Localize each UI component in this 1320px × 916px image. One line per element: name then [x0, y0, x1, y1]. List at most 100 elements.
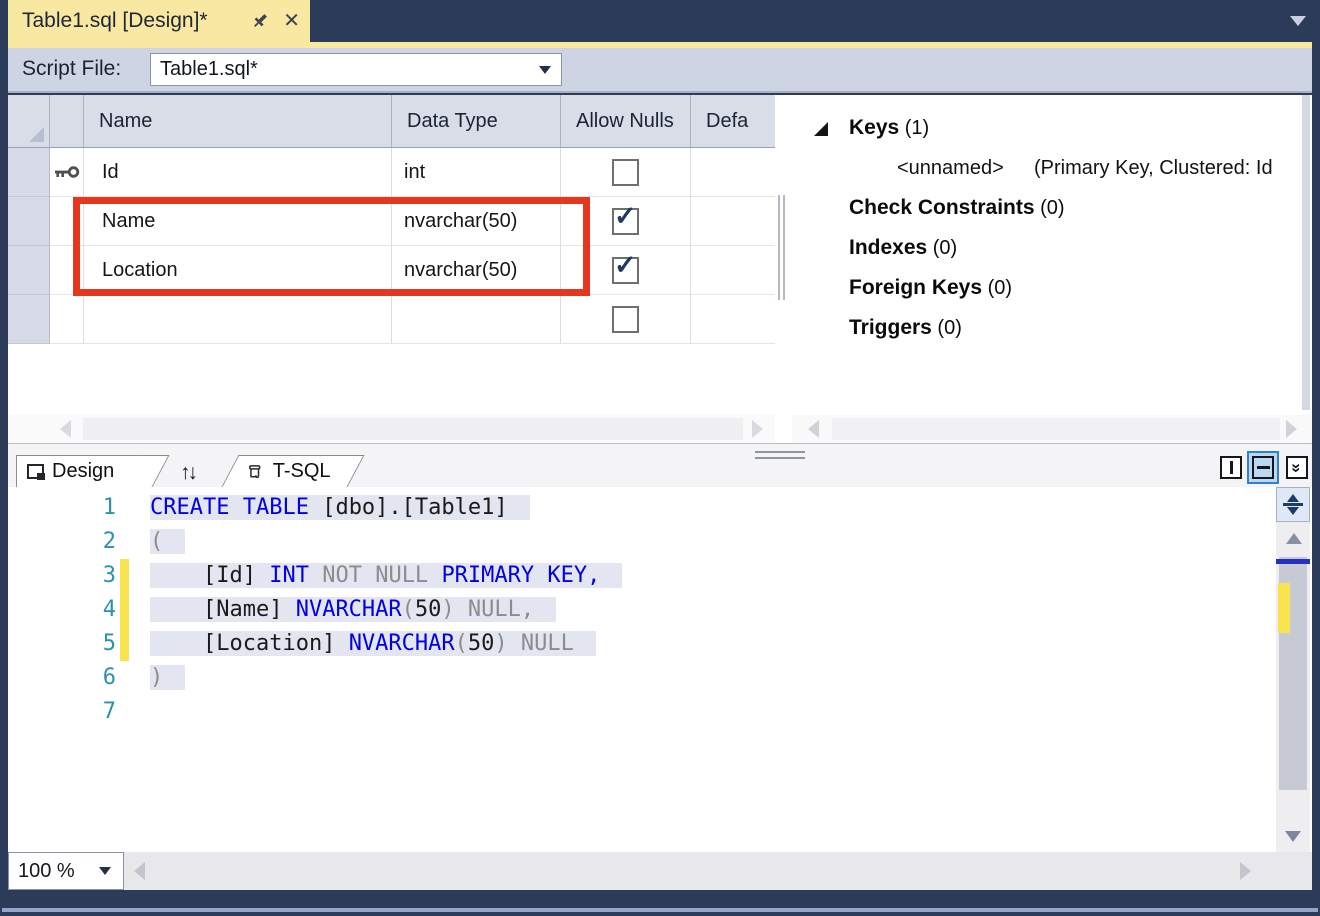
- context-item-label: Check Constraints (0): [849, 196, 1065, 220]
- swap-panes-icon[interactable]: ↑↓: [180, 461, 195, 485]
- tab-tsql[interactable]: T-SQL: [221, 455, 364, 487]
- statement-highlight: [Id] INT NOT NULL PRIMARY KEY,: [150, 563, 622, 588]
- line-number: 3: [68, 559, 116, 593]
- context-hscrollbar-thumb[interactable]: [832, 418, 1280, 440]
- grid-select-all-cell[interactable]: [8, 95, 50, 148]
- line-number: 7: [68, 695, 116, 729]
- pane-splitter-handle[interactable]: [778, 195, 780, 300]
- code-token: CREATE TABLE: [150, 495, 309, 520]
- allow-nulls-checkbox[interactable]: ✓: [612, 208, 639, 235]
- highlight-annotation: [73, 197, 590, 296]
- script-file-combobox[interactable]: Table1.sql*: [150, 53, 562, 86]
- scroll-right-icon[interactable]: [752, 420, 763, 438]
- design-view-icon: [27, 464, 44, 479]
- tsql-editor[interactable]: 1CREATE TABLE [dbo].[Table1]2(3 [Id] INT…: [8, 487, 1312, 852]
- scroll-right-icon[interactable]: [1286, 420, 1297, 438]
- scroll-left-icon[interactable]: [134, 862, 145, 880]
- grid-hscrollbar[interactable]: [8, 415, 775, 443]
- primary-key-icon: [54, 165, 80, 179]
- context-item-count: (0): [927, 237, 957, 259]
- code-token: 50: [415, 597, 442, 622]
- script-file-value: Table1.sql*: [151, 58, 539, 81]
- checkmark-icon: ✓: [614, 250, 637, 281]
- column-datatype-cell[interactable]: int: [392, 148, 561, 197]
- code-token: NVARCHAR: [349, 631, 455, 656]
- scroll-down-icon[interactable]: [1285, 831, 1301, 842]
- scroll-left-icon[interactable]: [60, 420, 71, 438]
- code-line-6: 6): [8, 661, 1268, 695]
- code-text: CREATE TABLE [dbo].[Table1]: [150, 491, 530, 525]
- expand-triangle-icon[interactable]: [814, 122, 828, 136]
- tab-design[interactable]: Design: [16, 455, 148, 487]
- collapse-pane-button[interactable]: »: [1286, 456, 1308, 479]
- grid-header-datatype[interactable]: Data Type: [392, 95, 561, 148]
- pane-splitter-handle[interactable]: [783, 195, 785, 300]
- table-column-row: [8, 295, 775, 344]
- grid-header-name[interactable]: Name: [84, 95, 392, 148]
- close-icon[interactable]: ✕: [283, 10, 300, 32]
- code-token: (: [150, 529, 163, 554]
- split-vertical-button[interactable]: [1220, 456, 1242, 479]
- scroll-left-icon[interactable]: [808, 420, 819, 438]
- change-bar: [120, 593, 129, 627]
- line-number: 1: [68, 491, 116, 525]
- split-horizontal-button[interactable]: [1252, 456, 1274, 479]
- context-item-count: (1): [899, 117, 929, 139]
- scroll-up-icon[interactable]: [1286, 533, 1302, 544]
- context-item-keys[interactable]: Keys (1): [790, 113, 1310, 147]
- row-header[interactable]: [8, 246, 50, 295]
- zoom-dropdown[interactable]: 100 %: [8, 852, 124, 890]
- zoom-value: 100 %: [9, 860, 99, 883]
- code-token: NVARCHAR: [296, 597, 402, 622]
- grid-header-default[interactable]: Defa: [691, 95, 775, 148]
- context-item-foreign-keys[interactable]: Foreign Keys (0): [790, 273, 1310, 307]
- context-hscrollbar[interactable]: [792, 415, 1312, 443]
- editor-bottom-bar: 100 %: [8, 852, 1312, 890]
- default-value-cell[interactable]: [691, 148, 775, 197]
- combo-chevron-icon[interactable]: [539, 66, 551, 80]
- tab-list-chevron-icon[interactable]: [1290, 16, 1306, 26]
- context-item-check-constraints[interactable]: Check Constraints (0): [790, 193, 1310, 227]
- code-token: [508, 631, 521, 656]
- scroll-right-icon[interactable]: [1240, 862, 1251, 880]
- code-token: NOT NULL: [322, 563, 428, 588]
- code-line-1: 1 CREATE TABLE [dbo].[Table1]: [8, 491, 1268, 525]
- column-name-cell[interactable]: Id: [84, 148, 392, 197]
- statement-highlight: CREATE TABLE [dbo].[Table1]: [150, 495, 530, 520]
- context-panel-vscrollbar[interactable]: [1302, 95, 1310, 410]
- context-item-indexes[interactable]: Indexes (0): [790, 233, 1310, 267]
- default-value-cell[interactable]: [691, 197, 775, 246]
- editor-splitter-button[interactable]: [1276, 487, 1310, 522]
- context-item-triggers[interactable]: Triggers (0): [790, 313, 1310, 347]
- zoom-chevron-icon[interactable]: [99, 867, 111, 881]
- code-line-4: 4 [Name] NVARCHAR(50) NULL,: [8, 593, 1268, 627]
- editor-vscrollbar[interactable]: [1276, 487, 1310, 852]
- code-text: ): [150, 661, 185, 695]
- row-header[interactable]: [8, 197, 50, 246]
- row-icon-cell: [50, 148, 84, 197]
- default-value-cell[interactable]: [691, 295, 775, 344]
- horizontal-splitter-handle[interactable]: [755, 451, 805, 463]
- row-header[interactable]: [8, 148, 50, 197]
- document-tab[interactable]: Table1.sql [Design]* ✕: [8, 0, 310, 42]
- context-item-label: Foreign Keys (0): [849, 276, 1012, 300]
- context-child-item[interactable]: <unnamed>(Primary Key, Clustered: Id: [790, 153, 1310, 187]
- column-name-cell[interactable]: [84, 295, 392, 344]
- context-item-label: Triggers (0): [849, 316, 962, 340]
- tab-design-label: Design: [52, 460, 114, 483]
- caret-position-marker: [1276, 559, 1310, 564]
- column-datatype-cell[interactable]: [392, 295, 561, 344]
- context-item-label: Keys (1): [849, 116, 929, 140]
- grid-hscrollbar-thumb[interactable]: [83, 418, 743, 440]
- allow-nulls-checkbox[interactable]: [612, 306, 639, 333]
- code-token: [dbo].[Table1]: [309, 495, 508, 520]
- default-value-cell[interactable]: [691, 246, 775, 295]
- grid-header-icon-col: [50, 95, 84, 148]
- allow-nulls-checkbox[interactable]: ✓: [612, 257, 639, 284]
- key-detail: (Primary Key, Clustered: Id: [1034, 157, 1273, 180]
- allow-nulls-checkbox[interactable]: [612, 159, 639, 186]
- grid-header-allownulls[interactable]: Allow Nulls: [561, 95, 691, 148]
- pin-icon[interactable]: [249, 10, 271, 32]
- code-token: PRIMARY KEY,: [441, 563, 600, 588]
- row-header[interactable]: [8, 295, 50, 344]
